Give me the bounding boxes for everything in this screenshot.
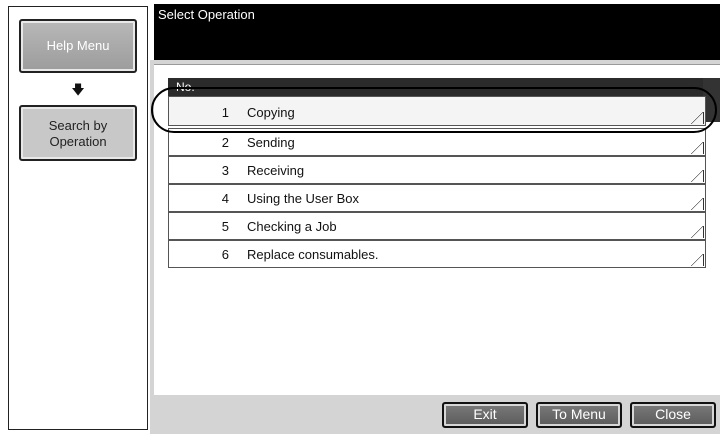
search-by-operation-button[interactable]: Search by Operation bbox=[19, 105, 137, 161]
row-label: Copying bbox=[247, 105, 295, 120]
column-header-no: No. bbox=[176, 80, 195, 94]
operation-row-sending[interactable]: 2 Sending bbox=[168, 128, 706, 156]
exit-button[interactable]: Exit bbox=[442, 402, 528, 428]
close-button[interactable]: Close bbox=[630, 402, 716, 428]
row-label: Using the User Box bbox=[247, 191, 359, 206]
row-label: Sending bbox=[247, 135, 295, 150]
row-label: Receiving bbox=[247, 163, 305, 178]
corner-fold-icon bbox=[691, 198, 704, 210]
table-header: No. bbox=[168, 78, 706, 96]
page-title: Select Operation bbox=[158, 7, 255, 22]
row-number: 4 bbox=[221, 191, 229, 206]
operation-row-user-box[interactable]: 4 Using the User Box bbox=[168, 184, 706, 212]
row-label: Replace consumables. bbox=[247, 247, 379, 262]
row-number: 2 bbox=[221, 135, 229, 150]
operation-row-replace-consumables[interactable]: 6 Replace consumables. bbox=[168, 240, 706, 268]
corner-fold-icon bbox=[691, 254, 704, 266]
left-panel: Help Menu 🡇 Search by Operation bbox=[8, 6, 148, 430]
help-menu-button[interactable]: Help Menu bbox=[19, 19, 137, 73]
operation-row-copying[interactable]: 1 Copying bbox=[168, 96, 706, 126]
corner-fold-icon bbox=[691, 170, 704, 182]
row-label: Checking a Job bbox=[247, 219, 337, 234]
row-number: 1 bbox=[221, 105, 229, 120]
operation-row-receiving[interactable]: 3 Receiving bbox=[168, 156, 706, 184]
row-number: 3 bbox=[221, 163, 229, 178]
search-by-label-line1: Search by bbox=[48, 118, 108, 133]
search-by-label-line2: Operation bbox=[49, 134, 107, 149]
row-number: 6 bbox=[221, 247, 229, 262]
to-menu-button[interactable]: To Menu bbox=[536, 402, 622, 428]
page-header: Select Operation bbox=[154, 4, 720, 60]
corner-fold-icon bbox=[691, 142, 704, 154]
down-arrow-icon: 🡇 bbox=[71, 82, 85, 97]
corner-fold-icon bbox=[691, 112, 704, 124]
operation-row-checking-job[interactable]: 5 Checking a Job bbox=[168, 212, 706, 240]
row-number: 5 bbox=[221, 219, 229, 234]
corner-fold-icon bbox=[691, 226, 704, 238]
